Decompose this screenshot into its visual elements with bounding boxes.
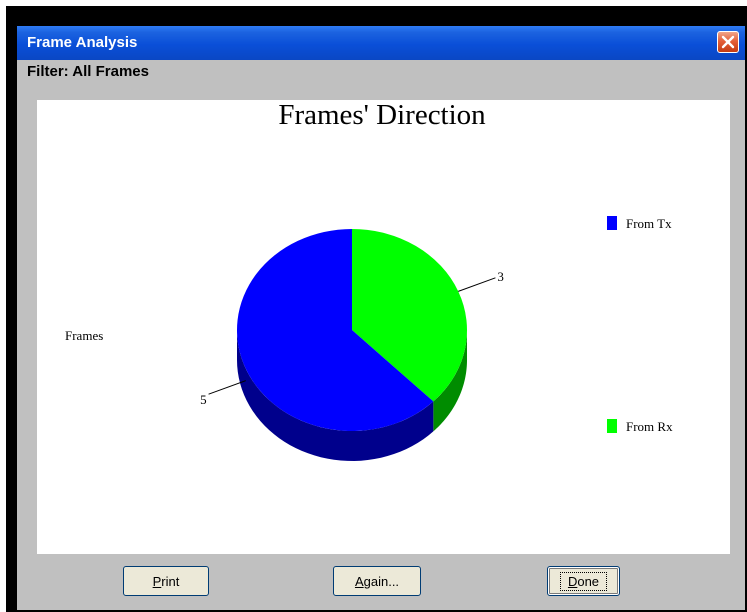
filter-label: Filter: All Frames	[27, 63, 149, 80]
pie-group: 35	[200, 229, 504, 461]
done-button[interactable]: Done	[547, 566, 620, 596]
leader-line-from-rx	[458, 277, 496, 292]
chart-panel: Frames' Direction Frames 35 From Tx From …	[37, 99, 730, 554]
print-button[interactable]: Print	[123, 566, 209, 596]
legend-label-from-tx: From Tx	[626, 216, 672, 231]
window-title: Frame Analysis	[27, 34, 138, 51]
print-button-label: rint	[161, 573, 180, 589]
legend-swatch-from-rx	[607, 419, 617, 433]
legend: From Tx From Rx	[607, 216, 673, 434]
data-label-from-rx: 3	[497, 269, 504, 284]
legend-label-from-rx: From Rx	[626, 419, 673, 434]
y-axis-label: Frames	[65, 328, 103, 343]
pie-chart: Frames' Direction Frames 35 From TxFrom …	[65, 99, 673, 461]
frame-analysis-window: Frame Analysis Filter: All Frames Frames…	[17, 26, 745, 610]
done-button-label: one	[577, 573, 600, 589]
title-bar[interactable]: Frame Analysis	[17, 26, 745, 60]
leader-line-from-tx	[208, 380, 246, 395]
data-label-from-tx: 5	[200, 392, 207, 407]
close-icon	[721, 35, 735, 49]
done-button-accesskey: D	[567, 573, 578, 589]
again-button-label: gain...	[363, 573, 400, 589]
done-focus-rect: Done	[559, 571, 608, 591]
print-button-accesskey: P	[152, 573, 162, 589]
again-button-accesskey: A	[354, 573, 364, 589]
again-button[interactable]: Again...	[333, 566, 421, 596]
chart-title: Frames' Direction	[278, 100, 486, 131]
legend-swatch-from-tx	[607, 216, 617, 230]
close-button[interactable]	[717, 31, 739, 53]
